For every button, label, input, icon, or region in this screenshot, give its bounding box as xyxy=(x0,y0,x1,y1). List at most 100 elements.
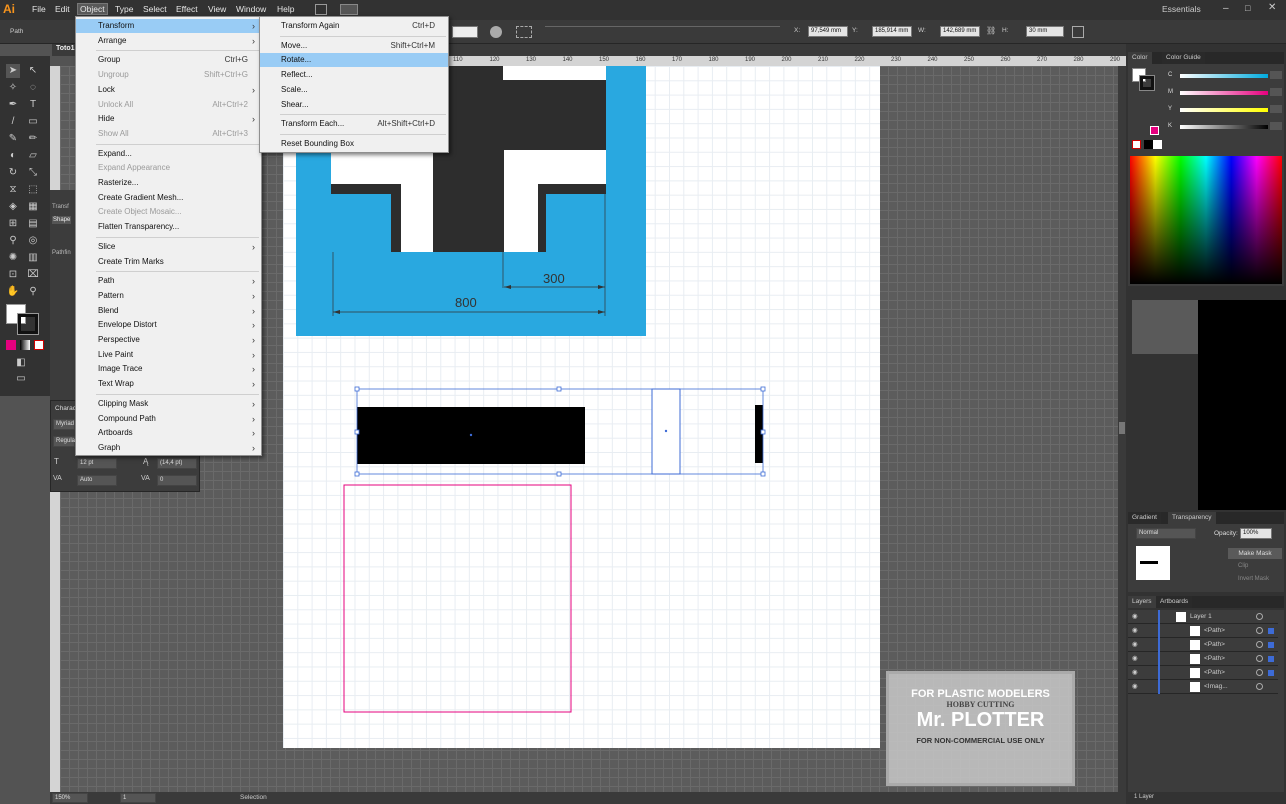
target-circle-icon[interactable] xyxy=(1256,683,1263,690)
align-icon[interactable] xyxy=(516,26,532,38)
free-transform-icon[interactable]: ⬚ xyxy=(26,183,40,197)
channel-c-slider[interactable] xyxy=(1180,74,1268,78)
w-field[interactable]: 142,689 mm xyxy=(940,26,980,37)
visibility-eye-icon[interactable]: ◉ xyxy=(1132,640,1138,648)
sublayer-row[interactable]: ◉ <Path> xyxy=(1128,652,1278,666)
menu-window[interactable]: Window xyxy=(236,4,266,14)
object-item-perspective[interactable]: Perspective › xyxy=(76,333,261,347)
target-circle-icon[interactable] xyxy=(1256,669,1263,676)
object-item-live-paint[interactable]: Live Paint › xyxy=(76,348,261,362)
shape-panel-tab[interactable]: Shape xyxy=(52,216,72,224)
black-swatch[interactable] xyxy=(1144,140,1153,149)
white-swatch[interactable] xyxy=(1153,140,1162,149)
vertical-scrollbar[interactable] xyxy=(1118,66,1126,792)
color-mode-icon[interactable] xyxy=(6,340,16,350)
pen-tool-icon[interactable]: ✒ xyxy=(6,98,20,112)
screen-mode-icon[interactable]: ▭ xyxy=(14,372,28,386)
layer-name[interactable]: <Path> xyxy=(1204,669,1225,676)
channel-y-value[interactable] xyxy=(1270,105,1282,113)
x-field[interactable]: 97,549 mm xyxy=(808,26,848,37)
kerning-field[interactable]: Auto xyxy=(77,475,117,486)
tracking-field[interactable]: 0 xyxy=(157,475,197,486)
selection-indicator[interactable] xyxy=(1268,656,1274,662)
artboard-tool-icon[interactable]: ⊡ xyxy=(6,268,20,282)
document-tab[interactable]: Toto1 xyxy=(56,45,75,52)
sublayer-row[interactable]: ◉ <Imag... xyxy=(1128,680,1278,694)
object-item-create-gradient-mesh[interactable]: Create Gradient Mesh... xyxy=(76,191,261,205)
lasso-icon[interactable]: ◌ xyxy=(26,81,40,95)
object-item-rasterize[interactable]: Rasterize... xyxy=(76,176,261,190)
menu-object[interactable]: Object xyxy=(77,3,108,15)
transform-item-reset-bounding-box[interactable]: Reset Bounding Box xyxy=(260,137,448,151)
menu-type[interactable]: Type xyxy=(115,4,133,14)
opacity-field[interactable]: 100% xyxy=(1240,528,1272,539)
object-item-arrange[interactable]: Arrange › xyxy=(76,34,261,48)
link-proportions-icon[interactable]: ⛓ xyxy=(986,26,996,35)
arrange-documents-icon[interactable] xyxy=(340,4,358,15)
visibility-eye-icon[interactable]: ◉ xyxy=(1132,682,1138,690)
transform-item-reflect[interactable]: Reflect... xyxy=(260,68,448,82)
pathfinder-panel-tab[interactable]: Pathfin xyxy=(52,250,71,256)
menu-view[interactable]: View xyxy=(208,4,226,14)
drawing-mode-icon[interactable]: ◧ xyxy=(14,356,28,370)
target-circle-icon[interactable] xyxy=(1256,641,1263,648)
direct-selection-tool-icon[interactable]: ↖ xyxy=(26,64,40,78)
maximize-icon[interactable]: □ xyxy=(1245,3,1250,13)
object-item-pattern[interactable]: Pattern › xyxy=(76,289,261,303)
stroke-swatch[interactable] xyxy=(17,313,39,335)
h-field[interactable]: 30 mm xyxy=(1026,26,1064,37)
transform-icon[interactable] xyxy=(1072,26,1084,38)
transparency-tab[interactable]: Transparency xyxy=(1168,512,1216,524)
font-family-field[interactable]: Myriad xyxy=(53,419,75,430)
close-icon[interactable]: ✕ xyxy=(1268,2,1276,13)
line-tool-icon[interactable]: / xyxy=(6,115,20,129)
object-item-transform[interactable]: Transform › xyxy=(76,19,261,33)
leading-field[interactable]: (14,4 pt) xyxy=(157,458,197,469)
selection-tool-icon[interactable]: ➤ xyxy=(6,64,20,78)
pencil-icon[interactable]: ✏ xyxy=(26,132,40,146)
scroll-thumb[interactable] xyxy=(1119,422,1125,434)
font-style-field[interactable]: Regula xyxy=(53,436,75,447)
object-item-image-trace[interactable]: Image Trace › xyxy=(76,362,261,376)
transform-item-scale[interactable]: Scale... xyxy=(260,83,448,97)
none-swatch[interactable] xyxy=(1132,140,1141,149)
artboard-select[interactable]: 1 xyxy=(120,793,156,803)
magenta-square[interactable] xyxy=(343,484,572,713)
sublayer-row[interactable]: ◉ <Path> xyxy=(1128,638,1278,652)
zoom-tool-icon[interactable]: ⚲ xyxy=(26,285,40,299)
channel-m-value[interactable] xyxy=(1270,88,1282,96)
symbol-sprayer-icon[interactable]: ✺ xyxy=(6,251,20,265)
graph-tool-icon[interactable]: ▥ xyxy=(26,251,40,265)
object-item-flatten-transparency[interactable]: Flatten Transparency... xyxy=(76,220,261,234)
recolor-icon[interactable] xyxy=(490,26,502,38)
object-item-clipping-mask[interactable]: Clipping Mask › xyxy=(76,397,261,411)
workspace-switcher[interactable]: Essentials xyxy=(1162,4,1201,14)
channel-k-slider[interactable] xyxy=(1180,125,1268,129)
blob-brush-icon[interactable]: ◐ xyxy=(6,149,20,163)
make-mask-button[interactable]: Make Mask xyxy=(1228,548,1282,559)
mesh-tool-icon[interactable]: ⊞ xyxy=(6,217,20,231)
rectangle-tool-icon[interactable]: ▭ xyxy=(26,115,40,129)
layer-name[interactable]: <Imag... xyxy=(1204,683,1228,690)
paintbrush-icon[interactable]: ✎ xyxy=(6,132,20,146)
none-mode-icon[interactable] xyxy=(34,340,44,350)
style-swatch[interactable] xyxy=(452,26,478,38)
visibility-eye-icon[interactable]: ◉ xyxy=(1132,612,1138,620)
object-item-text-wrap[interactable]: Text Wrap › xyxy=(76,377,261,391)
eyedropper-icon[interactable]: ⚲ xyxy=(6,234,20,248)
layers-tab[interactable]: Layers xyxy=(1128,596,1156,608)
transform-panel-tab[interactable]: Transf xyxy=(52,204,69,210)
menu-file[interactable]: File xyxy=(32,4,46,14)
transform-item-transform-again[interactable]: Transform Again Ctrl+D xyxy=(260,19,448,33)
object-item-group[interactable]: Group Ctrl+G xyxy=(76,53,261,67)
selection-indicator[interactable] xyxy=(1268,670,1274,676)
menu-help[interactable]: Help xyxy=(277,4,294,14)
layer-name[interactable]: <Path> xyxy=(1204,641,1225,648)
transform-item-transform-each[interactable]: Transform Each... Alt+Shift+Ctrl+D xyxy=(260,117,448,131)
blend-mode-select[interactable]: Normal xyxy=(1136,528,1196,539)
channel-m-slider[interactable] xyxy=(1180,91,1268,95)
eraser-icon[interactable]: ▱ xyxy=(26,149,40,163)
visibility-eye-icon[interactable]: ◉ xyxy=(1132,654,1138,662)
menu-effect[interactable]: Effect xyxy=(176,4,198,14)
hand-tool-icon[interactable]: ✋ xyxy=(6,285,20,299)
